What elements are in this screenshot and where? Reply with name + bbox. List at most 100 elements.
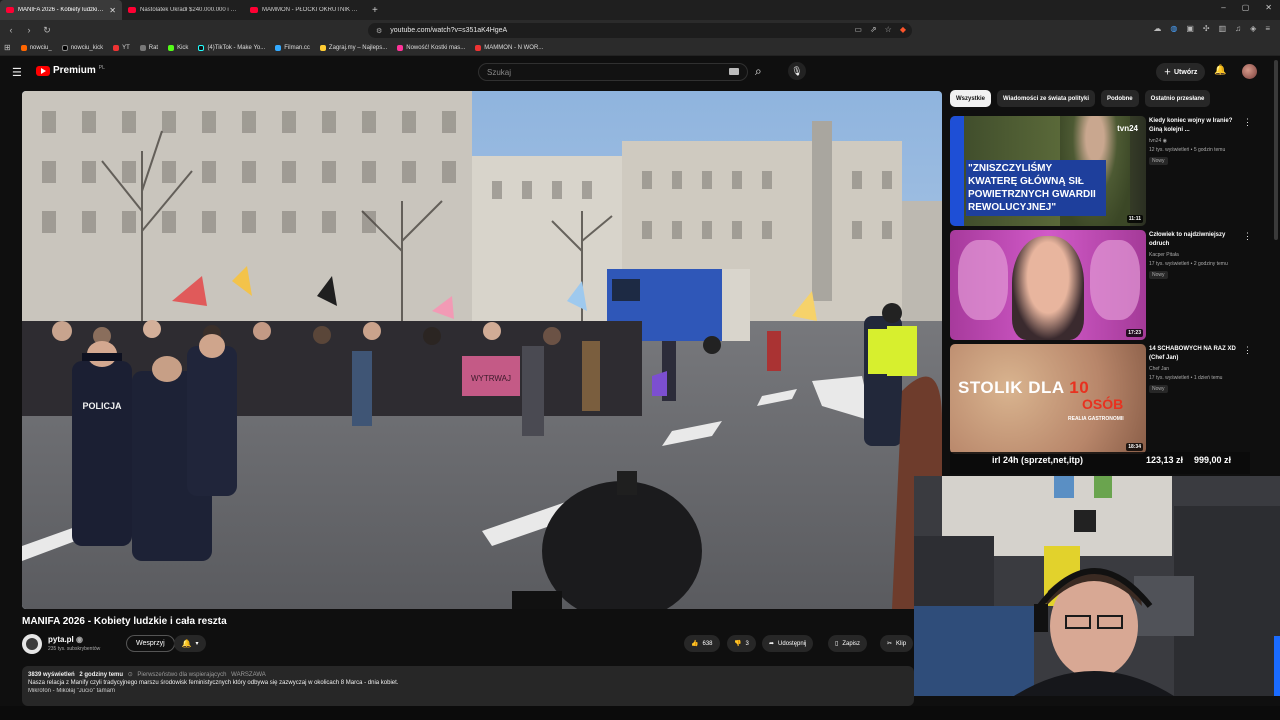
extension-icon[interactable]: ▣ <box>1186 24 1194 33</box>
create-button[interactable]: ＋ Utwórz <box>1156 63 1206 81</box>
thumbnail-sub: OSÓB <box>1082 396 1124 412</box>
recommendation-item[interactable]: tvn24 "ZNISZCZYLIŚMY KWATERĘ GŁÓWNĄ SIŁ … <box>950 116 1270 228</box>
subscription-bell-button[interactable]: 🔔 ▾ <box>174 635 206 652</box>
cast-icon[interactable]: ▭ <box>854 25 862 34</box>
bookmark-favicon-icon <box>319 44 326 51</box>
youtube-favicon-icon <box>250 7 258 13</box>
share-label: Udostępnij <box>778 640 807 647</box>
hamburger-menu-icon[interactable]: ☰ <box>12 66 22 79</box>
premiere-tag-icon: ⊙ <box>127 672 133 678</box>
new-badge: Nowy <box>1149 271 1168 279</box>
location-tag: WARSZAWA <box>231 672 266 678</box>
search-input[interactable]: Szukaj <box>478 63 748 81</box>
share-button[interactable]: ➦ Udostępnij <box>762 635 814 652</box>
chip-recent[interactable]: Ostatnio przesłane <box>1144 90 1211 107</box>
search-icon[interactable]: ⌕ <box>755 64 762 79</box>
rec-meta: 17 tys. wyświetleń • 1 dzień temu <box>1149 375 1223 381</box>
page-scrollbar[interactable] <box>1274 60 1278 240</box>
extension-icon[interactable]: ☁ <box>1153 24 1161 33</box>
dislike-count: 3 <box>745 640 749 647</box>
chip-similar[interactable]: Podobne <box>1100 90 1139 107</box>
verified-icon: ◉ <box>1162 138 1167 144</box>
youtube-favicon-icon <box>6 7 14 13</box>
description-more: Mikrofon - Mikołaj "Jucio" tamam <box>28 688 115 694</box>
back-arrow-icon[interactable]: ‹ <box>4 25 18 35</box>
browser-tab-1[interactable]: MANIFA 2026 - Kobiety ludzkie i cała res… <box>0 0 122 20</box>
video-thumbnail[interactable]: tvn24 "ZNISZCZYLIŚMY KWATERĘ GŁÓWNĄ SIŁ … <box>950 116 1146 226</box>
description-box[interactable]: 3839 wyświetleń 2 godziny temu ⊙ Pierwsz… <box>22 666 914 706</box>
bookmark-item[interactable]: Filman.cc <box>275 44 310 51</box>
bookmark-item[interactable]: MAMMON - N WOR... <box>475 44 543 51</box>
thumbnail-tag: REALIA GASTRONOMII <box>1068 416 1124 422</box>
clip-button[interactable]: ✂ Klip <box>880 635 914 652</box>
video-meta: 3839 wyświetleń 2 godziny temu ⊙ Pierwsz… <box>28 671 908 678</box>
new-tab-button[interactable]: + <box>372 5 378 16</box>
recommendation-item[interactable]: 17:23 Człowiek to najdziwniejszy odruch … <box>950 230 1270 342</box>
like-button[interactable]: 👍 638 <box>684 635 720 652</box>
join-button[interactable]: Wesprzyj <box>126 635 175 652</box>
share-icon[interactable]: ⇗ <box>870 25 877 34</box>
logo-region: PL <box>98 65 105 71</box>
close-window-button[interactable]: ✕ <box>1265 3 1272 12</box>
chip-all[interactable]: Wszystkie <box>950 90 992 107</box>
site-info-icon[interactable]: ⚙ <box>376 27 382 35</box>
bookmark-item[interactable]: Kick <box>168 44 188 51</box>
forward-arrow-icon[interactable]: › <box>22 25 36 35</box>
reload-icon[interactable]: ↻ <box>40 25 54 36</box>
star-icon[interactable]: ☆ <box>885 25 892 34</box>
wallet-icon[interactable]: ◈ <box>1250 24 1256 33</box>
rec-channel[interactable]: tvn24 ◉ <box>1149 138 1167 144</box>
browser-tab-2[interactable]: Nastolatek Ukradł $240.000.000 i Po... <box>122 0 244 20</box>
bookmark-icon: ▯ <box>835 641 839 647</box>
more-vertical-icon[interactable]: ⋮ <box>1243 345 1252 356</box>
goal-label: irl 24h (sprzet,net,itp) <box>992 455 1084 465</box>
youtube-logo[interactable]: Premium PL <box>36 65 105 76</box>
webcam-overlay <box>914 476 1280 696</box>
notifications-bell-icon[interactable]: 🔔 <box>1214 65 1226 76</box>
minimize-button[interactable]: – <box>1221 3 1225 12</box>
video-thumbnail[interactable]: STOLIK DLA 10 OSÓB REALIA GASTRONOMII 18… <box>950 344 1146 454</box>
bookmark-item[interactable]: Zagraj.my – Najleps... <box>319 44 387 51</box>
bookmark-item[interactable]: YT <box>113 44 130 51</box>
chip-politics[interactable]: Wiadomości ze świata polityki <box>997 90 1095 107</box>
dislike-button[interactable]: 👎 3 <box>727 635 756 652</box>
rec-title[interactable]: Kiedy koniec wojny w Iranie? Giną kolejn… <box>1149 117 1245 135</box>
more-vertical-icon[interactable]: ⋮ <box>1243 231 1252 242</box>
music-icon[interactable]: ♫ <box>1235 24 1241 33</box>
puzzle-icon[interactable]: ✣ <box>1203 24 1210 33</box>
clip-label: Klip <box>896 640 907 647</box>
rec-meta: 17 tys. wyświetleń • 2 godziny temu <box>1149 261 1228 267</box>
rec-channel[interactable]: Chef Jan <box>1149 366 1169 372</box>
bookmark-item[interactable]: Nowość! Kostki mas... <box>397 44 465 51</box>
bookmark-favicon-icon <box>397 44 404 51</box>
video-thumbnail[interactable]: 17:23 <box>950 230 1146 340</box>
rec-channel[interactable]: Kacper Pitała <box>1149 252 1179 258</box>
menu-icon[interactable]: ≡ <box>1265 24 1270 33</box>
keyboard-icon[interactable] <box>729 68 739 75</box>
video-duration: 11:11 <box>1126 215 1143 223</box>
url-field[interactable]: ⚙ youtube.com/watch?v=s351aK4HgeA ▭ ⇗ ☆ … <box>368 23 912 38</box>
user-avatar[interactable] <box>1242 64 1257 79</box>
bookmark-item[interactable]: (4)TikTok - Make Yo... <box>198 44 265 51</box>
maximize-button[interactable]: ▢ <box>1242 3 1250 12</box>
rec-title[interactable]: 14 SCHABOWYCH NA RAZ XD (Chef Jan) <box>1149 345 1245 363</box>
sidebar-icon[interactable]: ▥ <box>1219 24 1227 33</box>
extension-icon[interactable]: ◍ <box>1170 24 1177 33</box>
bookmark-item[interactable]: Rat <box>139 44 158 51</box>
rec-title[interactable]: Człowiek to najdziwniejszy odruch <box>1149 231 1245 249</box>
more-vertical-icon[interactable]: ⋮ <box>1243 117 1252 128</box>
bookmark-item[interactable]: nowciu_ <box>20 44 52 51</box>
brave-shield-icon[interactable]: ◆ <box>900 25 906 34</box>
channel-avatar[interactable] <box>22 634 42 654</box>
channel-name[interactable]: pyta.pl ◉ <box>48 635 83 644</box>
close-tab-icon[interactable]: ✕ <box>109 6 116 15</box>
recommendation-item[interactable]: STOLIK DLA 10 OSÓB REALIA GASTRONOMII 18… <box>950 344 1270 456</box>
description-text: Nasza relacja z Manify czyli tradycyjneg… <box>28 680 399 686</box>
apps-grid-icon[interactable]: ⊞ <box>4 43 11 52</box>
save-button[interactable]: ▯ Zapisz <box>828 635 867 652</box>
browser-tab-title: Nastolatek Ukradł $240.000.000 i Po... <box>140 7 238 13</box>
bookmark-item[interactable]: nowciu_kick <box>61 44 103 51</box>
video-player[interactable]: WYTRWAJ POLICJA <box>22 91 942 609</box>
microphone-icon[interactable]: 🎙 <box>788 62 806 80</box>
browser-tab-3[interactable]: MAMMON - PŁOCKI OKRUTNIK PURE... <box>244 0 366 20</box>
